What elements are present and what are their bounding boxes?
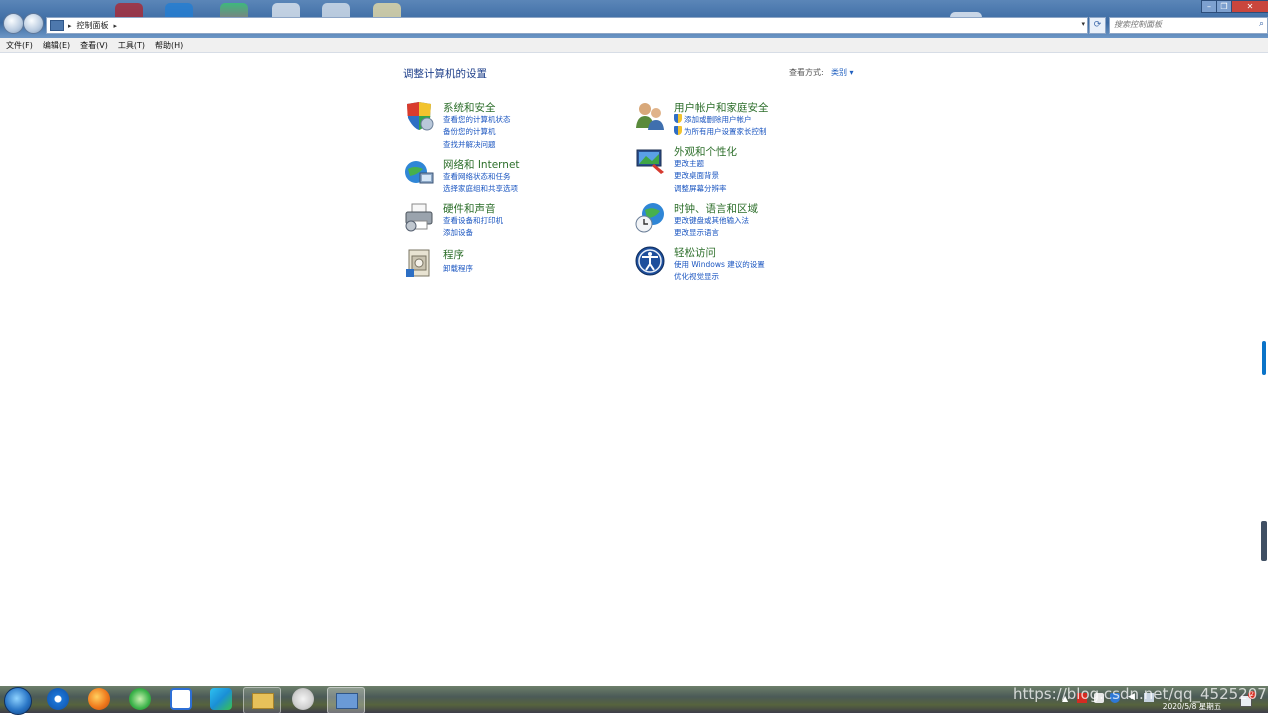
search-input[interactable] <box>1110 18 1249 31</box>
category-clock-language-region: 时钟、语言和区域 更改键盘或其他输入法 更改显示语言 <box>634 201 834 241</box>
network-icon[interactable] <box>403 157 435 189</box>
maximize-button[interactable]: ❐ <box>1216 0 1232 13</box>
category-link[interactable]: 添加设备 <box>443 227 473 238</box>
address-bar[interactable]: ▸ 控制面板 ▸ ▾ <box>46 17 1088 34</box>
category-link[interactable]: 更改键盘或其他输入法 <box>674 215 749 226</box>
users-icon[interactable] <box>634 100 666 132</box>
control-panel-icon <box>50 20 64 31</box>
category-title[interactable]: 用户帐户和家庭安全 <box>674 100 769 115</box>
category-title[interactable]: 硬件和声音 <box>443 201 496 216</box>
app-taskbar-icon[interactable] <box>129 688 151 710</box>
category-link[interactable]: 查看您的计算机状态 <box>443 114 511 125</box>
folder-icon <box>252 693 274 709</box>
category-link[interactable]: 查看网络状态和任务 <box>443 171 511 182</box>
breadcrumb-arrow-icon[interactable]: ▸ <box>68 22 72 30</box>
menu-view[interactable]: 查看(V) <box>80 40 108 51</box>
menu-tools[interactable]: 工具(T) <box>118 40 145 51</box>
search-icon[interactable]: ⌕ <box>1259 19 1264 29</box>
back-button[interactable] <box>3 13 24 34</box>
category-link[interactable]: 查找并解决问题 <box>443 139 496 150</box>
view-by-label: 查看方式: <box>789 68 824 77</box>
category-title[interactable]: 网络和 Internet <box>443 157 520 172</box>
address-dropdown-icon[interactable]: ▾ <box>1081 20 1085 28</box>
category-link[interactable]: 备份您的计算机 <box>443 126 496 137</box>
view-by-dropdown[interactable]: 类别 ▾ <box>831 67 854 78</box>
category-appearance: 外观和个性化 更改主题 更改桌面背景 调整屏幕分辨率 <box>634 144 834 194</box>
watermark-text: https://blog.csdn.net/qq_4525207 <box>1013 685 1267 703</box>
category-title[interactable]: 轻松访问 <box>674 245 716 260</box>
control-panel-icon <box>336 693 358 709</box>
uac-shield-icon <box>674 126 682 135</box>
category-link[interactable]: 调整屏幕分辨率 <box>674 183 727 194</box>
menu-file[interactable]: 文件(F) <box>6 40 33 51</box>
category-title[interactable]: 时钟、语言和区域 <box>674 201 758 216</box>
printer-icon[interactable] <box>403 201 435 233</box>
category-title[interactable]: 程序 <box>443 247 464 262</box>
category-link-text[interactable]: 添加或删除用户帐户 <box>684 115 752 124</box>
category-system-security: 系统和安全 查看您的计算机状态 备份您的计算机 查找并解决问题 <box>403 100 603 150</box>
minimize-button[interactable]: – <box>1201 0 1217 13</box>
menu-help[interactable]: 帮助(H) <box>155 40 183 51</box>
programs-icon[interactable] <box>403 247 435 279</box>
category-link[interactable]: 优化视觉显示 <box>674 271 719 282</box>
forward-button[interactable] <box>23 13 44 34</box>
edge-widget[interactable] <box>1261 521 1267 561</box>
page-title: 调整计算机的设置 <box>403 68 487 80</box>
category-network-internet: 网络和 Internet 查看网络状态和任务 选择家庭组和共享选项 <box>403 157 603 197</box>
category-user-accounts: 用户帐户和家庭安全 添加或删除用户帐户 为所有用户设置家长控制 <box>634 100 834 140</box>
category-link[interactable]: 更改桌面背景 <box>674 170 719 181</box>
category-title[interactable]: 系统和安全 <box>443 100 496 115</box>
breadcrumb-control-panel[interactable]: 控制面板 <box>77 20 109 31</box>
category-link[interactable]: 更改显示语言 <box>674 227 719 238</box>
category-link[interactable]: 更改主题 <box>674 158 704 169</box>
start-button[interactable] <box>4 687 32 715</box>
media-player-taskbar-icon[interactable] <box>210 688 232 710</box>
sogou-taskbar-icon[interactable] <box>47 688 69 710</box>
menu-bar: 文件(F) 编辑(E) 查看(V) 工具(T) 帮助(H) <box>0 38 1268 53</box>
window-title-bar: ▸ 控制面板 ▸ ▾ ⟳ ⌕ – ❐ ✕ <box>0 0 1268 38</box>
menu-edit[interactable]: 编辑(E) <box>43 40 70 51</box>
baidu-netdisk-taskbar-icon[interactable] <box>170 688 192 710</box>
category-link[interactable]: 查看设备和打印机 <box>443 215 503 226</box>
category-link[interactable]: 为所有用户设置家长控制 <box>674 126 767 137</box>
accessibility-icon[interactable] <box>634 245 666 277</box>
refresh-button[interactable]: ⟳ <box>1089 17 1106 34</box>
control-panel-taskbar-button[interactable] <box>327 687 365 714</box>
category-title[interactable]: 外观和个性化 <box>674 144 737 159</box>
close-button[interactable]: ✕ <box>1231 0 1268 13</box>
category-programs: 程序 卸载程序 <box>403 247 603 281</box>
appearance-icon[interactable] <box>634 144 666 176</box>
navigation-buttons <box>3 13 45 34</box>
category-ease-of-access: 轻松访问 使用 Windows 建议的设置 优化视觉显示 <box>634 245 834 285</box>
shield-icon[interactable] <box>403 100 435 132</box>
clock-globe-icon[interactable] <box>634 201 666 233</box>
category-hardware-sound: 硬件和声音 查看设备和打印机 添加设备 <box>403 201 603 241</box>
category-link[interactable]: 使用 Windows 建议的设置 <box>674 259 765 270</box>
category-link[interactable]: 添加或删除用户帐户 <box>674 114 752 125</box>
paint-taskbar-icon[interactable] <box>292 688 314 710</box>
browser-taskbar-icon[interactable] <box>88 688 110 710</box>
category-link[interactable]: 选择家庭组和共享选项 <box>443 183 518 194</box>
search-box[interactable]: ⌕ <box>1109 17 1268 34</box>
explorer-taskbar-button[interactable] <box>243 687 281 714</box>
edge-widget[interactable] <box>1262 341 1266 375</box>
category-link[interactable]: 卸载程序 <box>443 263 473 274</box>
breadcrumb-arrow-icon[interactable]: ▸ <box>114 22 118 30</box>
uac-shield-icon <box>674 114 682 123</box>
category-link-text[interactable]: 为所有用户设置家长控制 <box>684 127 767 136</box>
